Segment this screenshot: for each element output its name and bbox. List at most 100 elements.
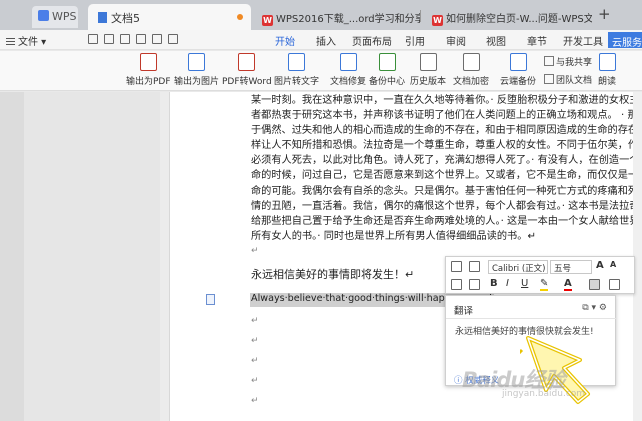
tab-page-layout[interactable]: 页面布局 [352,33,392,48]
unsaved-dot-icon [237,14,243,20]
read-aloud-button[interactable]: 朗读 [598,53,616,87]
highlight-button[interactable]: ✎ [540,278,549,291]
tab-wps-home[interactable]: WPS [32,6,78,28]
document-margin-icon[interactable] [206,294,215,305]
paragraph-mark: ↵ [251,316,259,326]
dropdown-icon[interactable]: ▾ [592,303,597,313]
paragraph-line: 于偶然、过失和他人的相心而造成的生命的不存在，和由于相同原因造成的生命的存在，同 [251,125,633,137]
file-menu[interactable]: 文件 ▾ [6,33,46,48]
increase-font-icon[interactable]: A [596,260,604,271]
repair-icon [339,53,357,71]
paragraph-line: 样让人不知所措和恐惧。法拉奇是一个尊重生命，尊重人权的女性。不同于伍尔芙，作品中 [251,140,633,152]
cloud-icon [509,53,527,71]
open-icon[interactable] [88,34,98,44]
tab-view[interactable]: 视图 [486,33,506,48]
font-size-select[interactable]: 五号 [550,260,592,274]
paragraph-line: 命的可能。我偶尔会有自杀的念头。只是偶尔。基于害怕任何一种死亡方式的疼痛和死亡表 [251,185,633,197]
new-tab-button[interactable]: + [598,5,611,23]
paragraph-line: 必须有人死去，以此对比角色。诗人死了，充满幻想得人死了。· 有没有人，在创造一个… [251,155,633,167]
font-name-select[interactable]: Calibri (正文) [488,260,548,274]
body-paragraph[interactable]: 某一时刻。我在这种意识中，一直在久久地等待着你。· 反堕胎积极分子和激进的女权主… [251,93,633,244]
pdf-icon [139,53,157,71]
underline-button[interactable]: U [521,278,528,289]
format-painter-icon[interactable] [451,261,462,272]
paragraph-line: 给那些把自己置于给予生命还是否弃生命两难处境的人。· 这是一本由一个女人献给世界… [251,215,633,227]
image-to-text-button[interactable]: 图片转文字 [274,53,319,87]
wps-web-icon: W [262,15,273,26]
line-spacing-icon[interactable] [609,279,620,290]
speaker-icon [598,53,616,71]
export-pdf-button[interactable]: 输出为PDF [126,53,171,87]
redo-icon[interactable] [168,34,178,44]
wps-web-icon: W [432,15,443,26]
paragraph-line: 情的丑陋，一直活着。我信，偶尔的痛恨这个世界，每个人都会有过。· 这本书是法拉奇… [251,200,633,212]
divider [446,318,617,319]
tab-review[interactable]: 审阅 [446,33,466,48]
copy-icon[interactable] [469,279,480,290]
export-image-button[interactable]: 输出为图片 [174,53,219,87]
paragraph-line: 某一时刻。我在这种意识中，一直在久久地等待着你。· 反堕胎积极分子和激进的女权主… [251,95,633,106]
quick-access-toolbar [88,34,184,47]
paragraph-mark: ↵ [251,396,259,406]
decrease-font-icon[interactable]: A [610,260,616,269]
image-icon [188,53,205,71]
settings-icon[interactable]: ⚙ [599,303,607,313]
tab-bar: WPS 文档5 WWPS2016下载_...ord学习和分享平台 W如何删除空白… [0,0,642,30]
lock-icon [462,53,480,71]
preview-icon[interactable] [136,34,146,44]
left-panel [0,92,24,421]
history-version-button[interactable]: 历史版本 [410,53,446,87]
undo-icon[interactable] [152,34,162,44]
paragraph-mark: ↵ [251,246,259,256]
paragraph-mark: ↵ [251,336,259,346]
backup-center-button[interactable]: 备份中心 [369,53,405,87]
hamburger-icon [6,38,15,45]
shared-with-me-button[interactable]: 与我共享 [544,55,592,68]
ocr-icon [288,53,305,71]
baidu-watermark-url: jingyan.baidu.com [502,389,586,399]
tab-insert[interactable]: 插入 [316,33,336,48]
tab-separator [420,10,421,22]
document-icon [98,12,107,23]
tab-web-1[interactable]: WWPS2016下载_...ord学习和分享平台 [254,6,420,28]
cut-icon[interactable] [451,279,462,290]
cloud-service-button[interactable]: 云服务 [608,32,642,49]
font-color-button[interactable]: A [564,278,572,291]
tab-references[interactable]: 引用 [405,33,425,48]
floating-format-toolbar: Calibri (正文) 五号 A A B I U ✎ A [445,256,635,294]
paragraph-mark: ↵ [251,356,259,366]
document-encrypt-button[interactable]: 文档加密 [453,53,489,87]
document-repair-button[interactable]: 文档修复 [330,53,366,87]
chinese-sentence[interactable]: 永远相信美好的事情即将发生！↵ [251,266,414,282]
bold-button[interactable]: B [490,278,498,289]
tab-developer[interactable]: 开发工具 [563,33,603,48]
italic-button[interactable]: I [506,278,509,289]
backup-icon [378,53,396,71]
pdf-to-word-icon [238,53,256,71]
wps-logo-icon [38,10,49,21]
translate-title: 翻译 [454,306,474,317]
cloud-backup-button[interactable]: 云端备份 [500,53,536,87]
save-icon[interactable] [104,34,114,44]
tab-web-2[interactable]: W 如何删除空白页-W...问题-WPS文字- [424,6,592,28]
team-docs-button[interactable]: 团队文档 [544,73,592,86]
paragraph-line: 所有女人的书。· 同时也是世界上所有男人值得细细品读的书。↵ [251,230,536,242]
paragraph-line: 命的时候，问过自己，它是否愿意来到这个世界上。又或者，它不是生命，而仅仅是一个生 [251,170,633,182]
tab-chapter[interactable]: 章节 [527,33,547,48]
team-icon [544,74,554,84]
ribbon: 输出为PDF 输出为图片 PDF转Word 图片转文字 文档修复 备份中心 历史… [0,51,642,91]
history-icon [419,53,437,71]
print-icon[interactable] [120,34,130,44]
paragraph-mark: ↵ [251,376,259,386]
translate-actions: ⧉ ▾ ⚙ [582,303,607,313]
paragraph-line: 者都热衷于研究这本书，并声称该书证明了他们在人类问题上的正确立场和观点。 · 那… [251,110,633,122]
vertical-ruler [160,92,170,421]
align-icon[interactable] [589,279,600,290]
share-icon [544,56,554,66]
styles-icon[interactable] [469,261,480,272]
tab-start[interactable]: 开始 [275,33,295,48]
copy-icon[interactable]: ⧉ [582,303,588,313]
pdf-to-word-button[interactable]: PDF转Word [222,53,272,87]
menu-bar: 文件 ▾ 开始 插入 页面布局 引用 审阅 视图 章节 开发工具 云服务 [0,30,642,50]
tab-document[interactable]: 文档5 [88,4,251,30]
